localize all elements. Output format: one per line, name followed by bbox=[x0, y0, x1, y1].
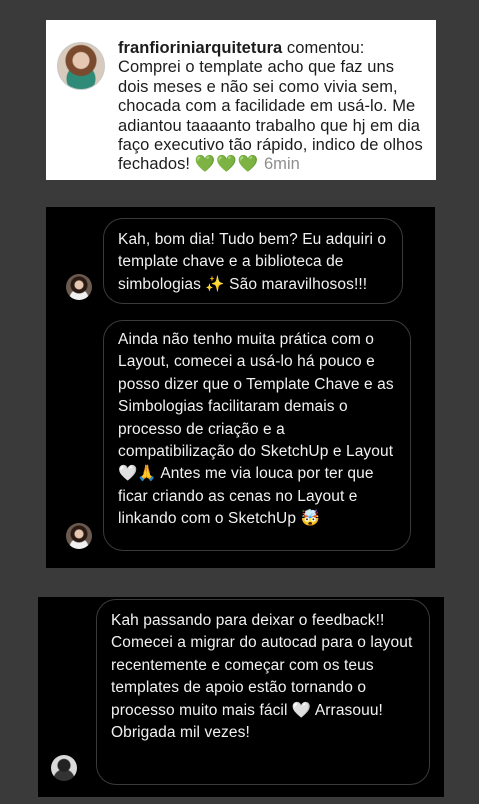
comment-username[interactable]: franfioriniarquitetura bbox=[118, 39, 282, 57]
message-bubble: Kah passando para deixar o feedback!! Co… bbox=[96, 599, 430, 785]
sender-avatar[interactable] bbox=[66, 274, 92, 300]
sender-avatar[interactable] bbox=[51, 755, 77, 781]
green-heart-icons: 💚💚💚 bbox=[194, 155, 260, 174]
message-bubble: Kah, bom dia! Tudo bem? Eu adquiri o tem… bbox=[103, 218, 403, 304]
message-text: Kah passando para deixar o feedback!! Co… bbox=[111, 612, 413, 742]
dm-conversation-1: Kah, bom dia! Tudo bem? Eu adquiri o tem… bbox=[46, 207, 435, 568]
comment-timestamp: 6min bbox=[263, 155, 300, 174]
comment-card: franfioriniarquitetura comentou: Comprei… bbox=[46, 20, 436, 180]
sender-avatar[interactable] bbox=[66, 523, 92, 549]
comment-action: comentou: bbox=[286, 39, 365, 57]
message-bubble: Ainda não tenho muita prática com o Layo… bbox=[103, 320, 411, 551]
dm-conversation-2: Kah passando para deixar o feedback!! Co… bbox=[38, 597, 444, 797]
message-text: Ainda não tenho muita prática com o Layo… bbox=[118, 331, 394, 528]
commenter-avatar[interactable] bbox=[57, 42, 105, 90]
message-text: Kah, bom dia! Tudo bem? Eu adquiri o tem… bbox=[118, 231, 387, 293]
comment-body: franfioriniarquitetura comentou: Comprei… bbox=[118, 39, 428, 175]
